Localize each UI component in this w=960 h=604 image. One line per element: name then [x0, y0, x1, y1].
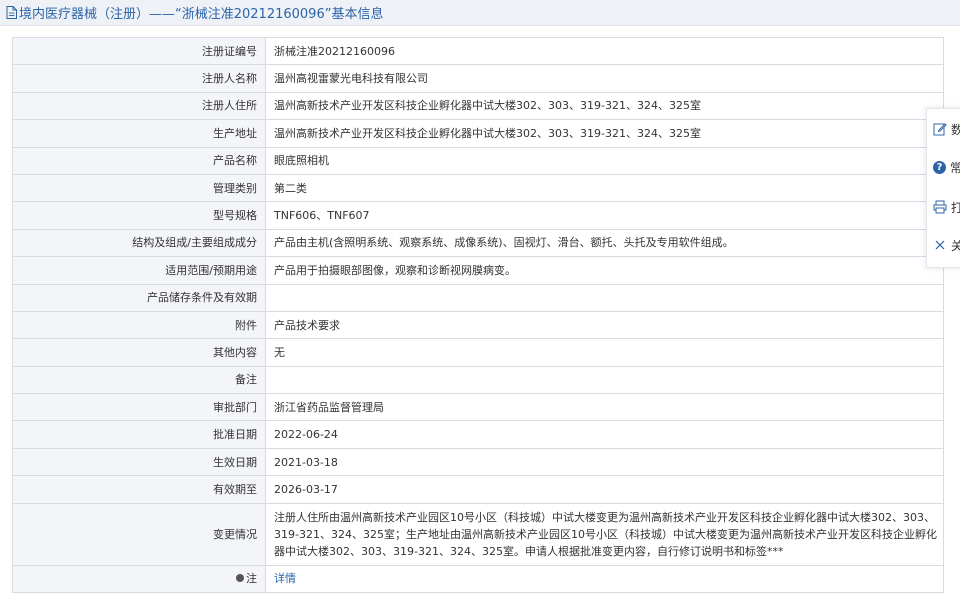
field-value: 2022-06-24: [265, 420, 944, 449]
field-label: 备注: [12, 365, 266, 395]
floating-toolbar: 数 ? 常 打 关: [926, 108, 960, 268]
field-label: 其他内容: [12, 338, 266, 367]
field-value: 眼底照相机: [265, 146, 944, 175]
note-value-cell: 详情: [265, 564, 944, 594]
float-item-label: 打: [951, 200, 960, 215]
float-item-faq[interactable]: ? 常: [927, 151, 960, 183]
field-label: 注册人住所: [12, 91, 266, 121]
note-label: 注: [246, 572, 257, 586]
field-label: 注册人名称: [12, 64, 266, 93]
field-value: 温州高视雷蒙光电科技有限公司: [265, 64, 944, 93]
field-label: 适用范围/预期用途: [12, 256, 266, 285]
page-header: 境内医疗器械（注册）——“浙械注准20212160096”基本信息: [0, 0, 960, 26]
field-value: TNF606、TNF607: [265, 201, 944, 230]
table-row: 批准日期 2022-06-24: [12, 420, 944, 449]
table-row: 附件 产品技术要求: [12, 310, 944, 340]
field-value: 无: [265, 338, 944, 367]
field-label: 附件: [12, 310, 266, 340]
table-row: 适用范围/预期用途 产品用于拍摄眼部图像，观察和诊断视网膜病变。: [12, 256, 944, 285]
bullet-icon: [236, 574, 244, 583]
page-title: 境内医疗器械（注册）——“浙械注准20212160096”基本信息: [19, 7, 384, 22]
note-label-cell: 注: [12, 564, 266, 594]
table-row: 注册人名称 温州高视雷蒙光电科技有限公司: [12, 64, 944, 93]
field-label: 结构及组成/主要组成成分: [12, 228, 266, 258]
field-value: 产品由主机(含照明系统、观察系统、成像系统)、固视灯、滑台、额托、头托及专用软件…: [265, 228, 944, 258]
table-row: 注册证编号 浙械注准20212160096: [12, 36, 944, 66]
field-label: 产品储存条件及有效期: [12, 283, 266, 312]
field-label: 生产地址: [12, 119, 266, 148]
field-value: 浙械注准20212160096: [265, 36, 944, 66]
change-label: 变更情况: [12, 502, 266, 566]
table-row-change: 变更情况 注册人住所由温州高新技术产业园区10号小区（科技城）中试大楼变更为温州…: [12, 502, 944, 566]
field-label: 批准日期: [12, 420, 266, 449]
table-row: 备注: [12, 365, 944, 395]
table-row: 其他内容无: [12, 338, 944, 367]
info-table: 注册证编号 浙械注准20212160096 注册人名称 温州高视雷蒙光电科技有限公司…: [12, 36, 944, 594]
field-value: 2021-03-18: [265, 447, 944, 477]
field-value: [265, 283, 944, 312]
table-row: 产品储存条件及有效期: [12, 283, 944, 312]
field-value: 温州高新技术产业开发区科技企业孵化器中试大楼302、303、319-321、32…: [265, 91, 944, 121]
float-item-data[interactable]: 数: [927, 113, 960, 145]
details-link[interactable]: 详情: [274, 572, 296, 585]
question-icon: ?: [933, 160, 946, 174]
field-label: 产品名称: [12, 146, 266, 175]
field-label: 审批部门: [12, 393, 266, 422]
float-item-close[interactable]: 关: [927, 229, 960, 261]
change-value: 注册人住所由温州高新技术产业园区10号小区（科技城）中试大楼变更为温州高新技术产…: [265, 502, 944, 566]
table-row: 生产地址 温州高新技术产业开发区科技企业孵化器中试大楼302、303、319-32…: [12, 119, 944, 148]
table-row: 产品名称 眼底照相机: [12, 146, 944, 175]
table-row: 审批部门 浙江省药品监督管理局: [12, 393, 944, 422]
field-value: 第二类: [265, 173, 944, 203]
close-icon: [935, 240, 945, 250]
table-row: 管理类别 第二类: [12, 173, 944, 203]
field-label: 有效期至: [12, 475, 266, 504]
field-value: 产品技术要求: [265, 310, 944, 340]
field-label: 生效日期: [12, 447, 266, 477]
field-value: 产品用于拍摄眼部图像，观察和诊断视网膜病变。: [265, 256, 944, 285]
float-item-print[interactable]: 打: [927, 191, 960, 223]
table-row: 注册人住所 温州高新技术产业开发区科技企业孵化器中试大楼302、303、319-3…: [12, 91, 944, 121]
table-row: 结构及组成/主要组成成分 产品由主机(含照明系统、观察系统、成像系统)、固视灯、滑…: [12, 228, 944, 258]
field-label: 管理类别: [12, 173, 266, 203]
field-value: 温州高新技术产业开发区科技企业孵化器中试大楼302、303、319-321、32…: [265, 119, 944, 148]
float-item-label: 数: [951, 122, 960, 137]
field-value: 浙江省药品监督管理局: [265, 393, 944, 422]
table-row-note: 注 详情: [12, 564, 944, 594]
print-icon: [933, 200, 947, 214]
float-item-label: 关: [951, 238, 960, 253]
table-row: 有效期至 2026-03-17: [12, 475, 944, 504]
table-row: 生效日期 2021-03-18: [12, 447, 944, 477]
field-label: 型号规格: [12, 201, 266, 230]
document-icon: [6, 6, 17, 19]
field-value: [265, 365, 944, 395]
field-value: 2026-03-17: [265, 475, 944, 504]
edit-icon: [933, 123, 947, 136]
table-row: 型号规格 TNF606、TNF607: [12, 201, 944, 230]
float-item-label: 常: [950, 160, 960, 175]
field-label: 注册证编号: [12, 36, 266, 66]
